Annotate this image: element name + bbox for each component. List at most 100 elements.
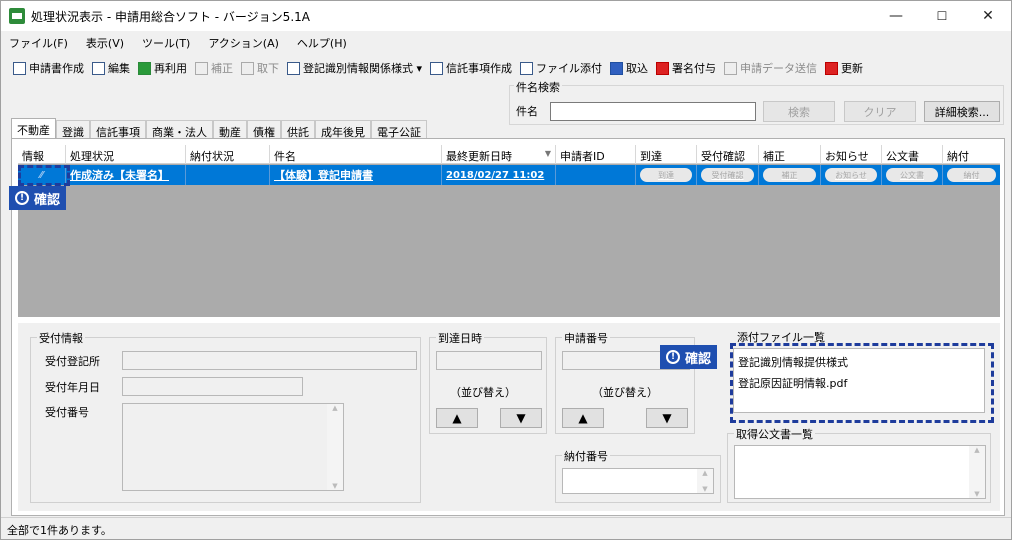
search-group-title: 件名検索 bbox=[514, 79, 562, 95]
col-status[interactable]: 処理状況 bbox=[66, 145, 186, 164]
date-field[interactable] bbox=[122, 377, 303, 396]
application-sort-label: （並び替え） bbox=[592, 386, 658, 399]
col-applicant-id[interactable]: 申請者ID bbox=[556, 145, 636, 164]
col-document[interactable]: 公文書 bbox=[882, 145, 943, 164]
number-scrollbar[interactable]: ▲ ▼ bbox=[327, 404, 343, 490]
tab-receivables[interactable]: 債権 bbox=[247, 120, 281, 139]
correction-button[interactable]: 補正 bbox=[195, 60, 233, 76]
subject-search-input[interactable] bbox=[550, 102, 756, 121]
registry-form-dropdown[interactable]: 登記識別情報関係様式 ▾ bbox=[287, 60, 422, 76]
arrival-field[interactable] bbox=[436, 351, 542, 370]
arrival-sort-up-button[interactable]: ▲ bbox=[436, 408, 478, 428]
table-row[interactable]: ⁄⁄ 作成済み【未署名】 【体験】登記申請書 2018/02/27 11:02 … bbox=[18, 165, 1000, 185]
row-subject[interactable]: 【体験】登記申請書 bbox=[270, 165, 442, 185]
app-icon bbox=[9, 8, 25, 24]
arrival-group: 到達日時 （並び替え） ▲ ▼ bbox=[429, 330, 547, 434]
detail-search-button[interactable]: 詳細検索... bbox=[924, 101, 1000, 122]
document-cell: 公文書 bbox=[882, 165, 943, 185]
import-button[interactable]: 取込 bbox=[610, 60, 648, 76]
window-title: 処理状況表示 - 申請用総合ソフト - バージョン5.1A bbox=[31, 9, 310, 24]
documents-list[interactable]: ▲ ▼ bbox=[734, 445, 986, 499]
withdraw-button[interactable]: 取下 bbox=[241, 60, 279, 76]
menu-bar: ファイル(F) 表示(V) ツール(T) アクション(A) ヘルプ(H) bbox=[1, 31, 1011, 55]
attach-file-button[interactable]: ファイル添付 bbox=[520, 60, 602, 76]
close-button[interactable]: ✕ bbox=[965, 1, 1011, 31]
payment-pill[interactable]: 納付 bbox=[947, 168, 996, 182]
reuse-icon bbox=[138, 61, 151, 75]
tab-movables[interactable]: 動産 bbox=[213, 120, 247, 139]
arrival-sort-label: （並び替え） bbox=[450, 386, 516, 399]
sign-button[interactable]: 署名付与 bbox=[656, 60, 716, 76]
payment-scrollbar[interactable]: ▲ ▼ bbox=[697, 469, 713, 493]
refresh-button[interactable]: 更新 bbox=[825, 60, 863, 76]
col-correction[interactable]: 補正 bbox=[759, 145, 821, 164]
toolbar: 申請書作成 編集 再利用 補正 取下 登記識別情報関係様式 ▾ 信託事項作成 フ… bbox=[1, 56, 1011, 80]
col-payment[interactable]: 納付 bbox=[943, 145, 1000, 164]
number-field[interactable]: ▲ ▼ bbox=[122, 403, 344, 491]
tab-registry-id[interactable]: 登識 bbox=[56, 120, 90, 139]
arrival-sort-down-button[interactable]: ▼ bbox=[500, 408, 542, 428]
application-sort-up-button[interactable]: ▲ bbox=[562, 408, 604, 428]
documents-title: 取得公文書一覧 bbox=[734, 426, 815, 442]
tab-deposit[interactable]: 供託 bbox=[281, 120, 315, 139]
notice-pill[interactable]: お知らせ bbox=[825, 168, 877, 182]
maximize-button[interactable]: ☐ bbox=[919, 1, 965, 31]
row-status[interactable]: 作成済み【未署名】 bbox=[66, 165, 186, 185]
grid-header: 情報 処理状況 納付状況 件名 最終更新日時 ▼ 申請者ID 到達 受付確認 補正… bbox=[18, 145, 1000, 164]
minimize-button[interactable]: — bbox=[873, 1, 919, 31]
row-updated[interactable]: 2018/02/27 11:02 bbox=[442, 165, 556, 185]
menu-help[interactable]: ヘルプ(H) bbox=[297, 35, 347, 51]
col-updated[interactable]: 最終更新日時 ▼ bbox=[442, 145, 556, 164]
trust-create-button[interactable]: 信託事項作成 bbox=[430, 60, 512, 76]
col-subject[interactable]: 件名 bbox=[270, 145, 442, 164]
send-icon bbox=[724, 61, 738, 75]
arrival-pill[interactable]: 到達 bbox=[640, 168, 692, 182]
menu-file[interactable]: ファイル(F) bbox=[9, 35, 68, 51]
documents-group: 取得公文書一覧 ▲ ▼ bbox=[727, 426, 991, 503]
menu-view[interactable]: 表示(V) bbox=[86, 35, 124, 51]
exclamation-icon: ! bbox=[666, 350, 680, 364]
payment-number-field[interactable]: ▲ ▼ bbox=[562, 468, 714, 494]
send-data-button[interactable]: 申請データ送信 bbox=[724, 60, 817, 76]
arrival-group-title: 到達日時 bbox=[436, 330, 484, 346]
clear-button[interactable]: クリア bbox=[844, 101, 916, 122]
menu-tools[interactable]: ツール(T) bbox=[142, 35, 190, 51]
col-payment-status[interactable]: 納付状況 bbox=[186, 145, 270, 164]
office-field[interactable] bbox=[122, 351, 417, 370]
document-pill[interactable]: 公文書 bbox=[886, 168, 938, 182]
withdraw-icon bbox=[241, 61, 254, 75]
tab-real-estate[interactable]: 不動産 bbox=[11, 118, 56, 139]
edit-button[interactable]: 編集 bbox=[92, 60, 130, 76]
attach-icon bbox=[520, 61, 534, 75]
col-reception[interactable]: 受付確認 bbox=[697, 145, 759, 164]
documents-scrollbar[interactable]: ▲ ▼ bbox=[969, 446, 985, 498]
arrival-cell: 到達 bbox=[636, 165, 697, 185]
arrow-up-icon: ▲ bbox=[578, 411, 588, 425]
reuse-button[interactable]: 再利用 bbox=[138, 60, 187, 76]
tab-notary[interactable]: 電子公証 bbox=[371, 120, 427, 139]
arrow-up-icon: ▲ bbox=[452, 411, 462, 425]
info-highlight-frame bbox=[18, 165, 70, 186]
refresh-icon bbox=[825, 61, 839, 75]
detail-panel: 受付情報 受付登記所 受付年月日 受付番号 ▲ ▼ 到達日時 （並び替え） ▲ ▼… bbox=[18, 323, 1000, 511]
tab-guardianship[interactable]: 成年後見 bbox=[315, 120, 371, 139]
correction-icon bbox=[195, 61, 208, 75]
col-notice[interactable]: お知らせ bbox=[821, 145, 882, 164]
tab-commercial[interactable]: 商業・法人 bbox=[146, 120, 213, 139]
create-application-button[interactable]: 申請書作成 bbox=[13, 60, 84, 76]
reception-pill[interactable]: 受付確認 bbox=[701, 168, 754, 182]
application-sort-down-button[interactable]: ▼ bbox=[646, 408, 688, 428]
payment-cell: 納付 bbox=[943, 165, 1000, 185]
correction-pill[interactable]: 補正 bbox=[763, 168, 816, 182]
col-info[interactable]: 情報 bbox=[18, 145, 66, 164]
col-arrival[interactable]: 到達 bbox=[636, 145, 697, 164]
menu-action[interactable]: アクション(A) bbox=[208, 35, 279, 51]
subject-search-group: 件名検索 件名 検索 クリア 詳細検索... bbox=[509, 79, 1004, 125]
office-label: 受付登記所 bbox=[45, 355, 100, 368]
notice-cell: お知らせ bbox=[821, 165, 882, 185]
edit-icon bbox=[92, 61, 105, 75]
title-bar: 処理状況表示 - 申請用総合ソフト - バージョン5.1A — ☐ ✕ bbox=[1, 1, 1011, 31]
sort-desc-icon: ▼ bbox=[544, 149, 551, 158]
tab-trust[interactable]: 信託事項 bbox=[90, 120, 146, 139]
search-button[interactable]: 検索 bbox=[763, 101, 835, 122]
